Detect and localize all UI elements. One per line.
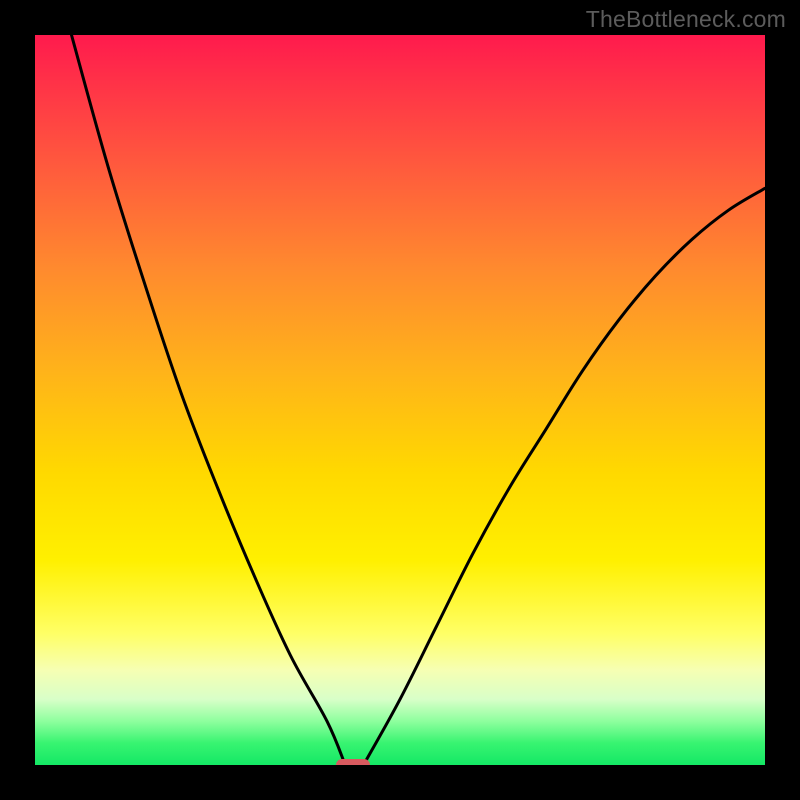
curve-left-branch [72, 35, 346, 765]
plot-area [35, 35, 765, 765]
chart-frame: TheBottleneck.com [0, 0, 800, 800]
bottleneck-curve [35, 35, 765, 765]
minimum-marker [336, 759, 370, 765]
watermark-text: TheBottleneck.com [586, 6, 786, 33]
curve-right-branch [364, 188, 766, 765]
